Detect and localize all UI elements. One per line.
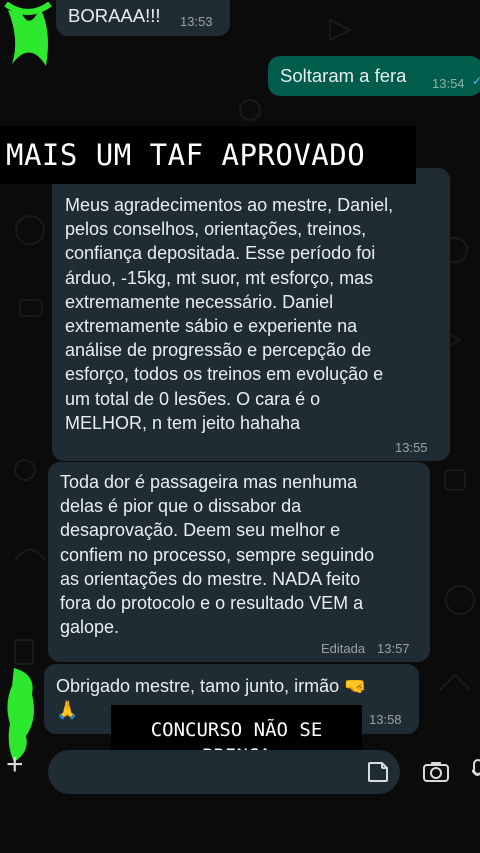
- story-caption-top: MAIS UM TAF APROVADO: [0, 126, 416, 184]
- message-bubble-incoming[interactable]: Toda dor é passageira mas nenhuma delas …: [48, 462, 430, 662]
- plus-icon[interactable]: +: [6, 748, 24, 782]
- message-time: 13:55: [395, 440, 428, 455]
- message-bubble-incoming[interactable]: BORAAA!!! 13:53: [56, 0, 230, 36]
- message-time: 13:54: [432, 76, 465, 91]
- message-text: Meus agradecimentos ao mestre, Daniel, p…: [65, 195, 394, 433]
- message-text: BORAAA!!!: [68, 5, 161, 26]
- message-text: Soltaram a fera: [280, 65, 407, 86]
- message-edited-label: Editada: [321, 641, 366, 656]
- bottom-bar: [0, 800, 480, 853]
- message-input[interactable]: [48, 750, 400, 794]
- message-time: 13:57: [377, 641, 410, 656]
- camera-icon[interactable]: [422, 760, 450, 784]
- double-check-icon: ✓✓: [472, 74, 480, 88]
- message-time: 13:58: [369, 712, 402, 727]
- green-scribble-top: [4, 1, 52, 66]
- mic-icon[interactable]: [472, 758, 480, 784]
- message-text: Toda dor é passageira mas nenhuma delas …: [60, 472, 375, 638]
- sticker-icon[interactable]: [366, 760, 390, 784]
- message-bubble-outgoing[interactable]: Soltaram a fera 13:54 ✓✓: [268, 56, 480, 96]
- message-time: 13:53: [180, 14, 213, 29]
- message-bubble-incoming[interactable]: Meus agradecimentos ao mestre, Daniel, p…: [52, 168, 450, 461]
